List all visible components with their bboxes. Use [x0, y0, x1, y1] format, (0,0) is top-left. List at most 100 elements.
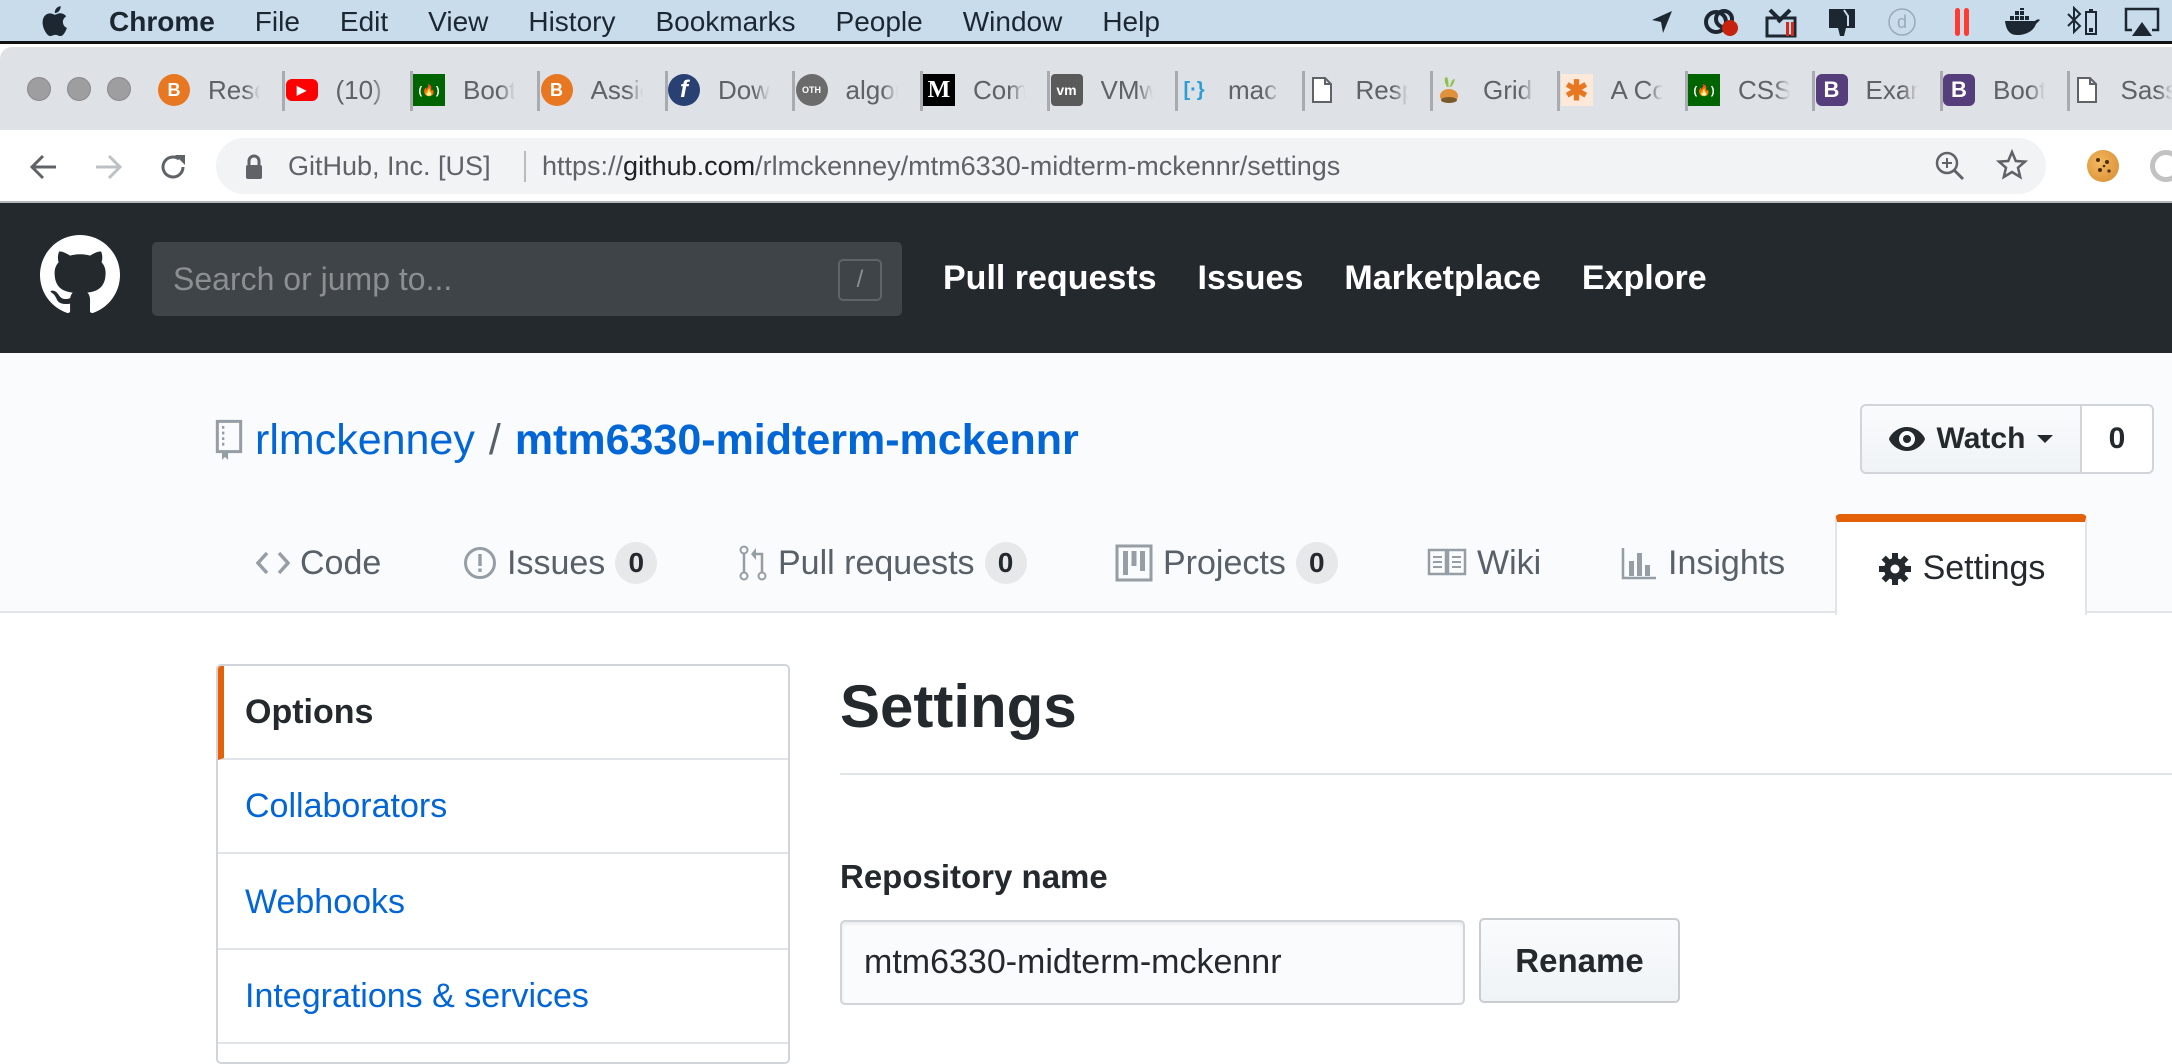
d-circle-icon[interactable]: d	[1882, 5, 1922, 39]
search-shortcut-key: /	[838, 259, 882, 301]
browser-tab[interactable]: BResources	[158, 69, 285, 111]
bookmark-star-icon[interactable]	[1996, 149, 2028, 181]
menu-window[interactable]: Window	[963, 6, 1063, 38]
zoom-window-button[interactable]	[107, 77, 131, 101]
book-icon	[1427, 547, 1467, 579]
browser-tab[interactable]: [·}mac	[1178, 69, 1305, 111]
menu-history[interactable]: History	[528, 6, 615, 38]
nav-issues[interactable]: Issues	[1198, 259, 1304, 298]
github-logo-icon[interactable]	[40, 235, 120, 315]
close-window-button[interactable]	[27, 77, 51, 101]
menu-file[interactable]: File	[255, 6, 300, 38]
lock-icon[interactable]	[244, 154, 264, 180]
menu-app-chrome[interactable]: Chrome	[109, 6, 215, 38]
tab-pull-requests[interactable]: Pull requests 0	[738, 513, 1027, 613]
svg-text:d: d	[1897, 12, 1907, 32]
menu-help[interactable]: Help	[1102, 6, 1160, 38]
browser-tab[interactable]: OTHalgorithm	[796, 69, 923, 111]
gear-icon	[1877, 551, 1913, 587]
zoom-magnifier-icon[interactable]	[1934, 150, 1966, 182]
omnibox-divider	[524, 151, 526, 182]
brackets-icon: [·}	[1178, 74, 1210, 106]
github-global-nav: Pull requests Issues Marketplace Explore	[943, 203, 1748, 353]
menu-people[interactable]: People	[836, 6, 923, 38]
browser-tab[interactable]: BAssignments	[541, 69, 668, 111]
watch-count[interactable]: 0	[2082, 404, 2154, 474]
back-button[interactable]	[25, 148, 63, 186]
docker-icon[interactable]	[2002, 5, 2042, 39]
code-icon	[256, 550, 290, 576]
vmware-icon: vm	[1051, 74, 1083, 106]
apple-icon[interactable]	[40, 4, 68, 38]
airplay-icon[interactable]	[2122, 5, 2162, 39]
watch-button[interactable]: Watch	[1860, 404, 2082, 474]
bluetooth-battery-icon[interactable]	[2062, 5, 2102, 39]
tab-settings-label: Settings	[1923, 549, 2046, 588]
browser-toolbar: GitHub, Inc. [US] https://github.com/rlm…	[0, 130, 2172, 203]
pause-bars-icon[interactable]	[1942, 5, 1982, 39]
repo-title: rlmckenney / mtm6330-midterm-mckennr	[215, 410, 1079, 470]
nav-explore[interactable]: Explore	[1582, 259, 1707, 298]
browser-tab-title: CSS	[1738, 75, 1790, 106]
repo-owner-link[interactable]: rlmckenney	[255, 416, 475, 465]
browser-tab[interactable]: fDownload	[668, 69, 795, 111]
monitor-icon[interactable]	[1822, 5, 1862, 39]
sidebar-item-integrations-services[interactable]: Integrations & services	[218, 950, 790, 1044]
menu-view[interactable]: View	[428, 6, 488, 38]
rename-button[interactable]: Rename	[1479, 918, 1680, 1003]
github-search-input[interactable]: Search or jump to... /	[152, 242, 902, 316]
browser-tab[interactable]: ✱A Complete	[1561, 69, 1688, 111]
tab-code[interactable]: Code	[256, 513, 381, 613]
tab-projects-label: Projects	[1163, 544, 1286, 583]
toolbox-icon[interactable]	[1762, 5, 1802, 39]
arrow-left-icon	[30, 153, 58, 181]
tab-settings[interactable]: Settings	[1835, 514, 2087, 615]
repo-name-link[interactable]: mtm6330-midterm-mckennr	[515, 416, 1079, 465]
browser-tab[interactable]: vm VMware	[1051, 69, 1178, 111]
minimize-window-button[interactable]	[67, 77, 91, 101]
repository-name-input[interactable]	[840, 920, 1465, 1005]
browser-tab[interactable]: Grid	[1433, 69, 1560, 111]
browser-tab[interactable]: BExamples	[1816, 69, 1943, 111]
bootstrap-icon: B	[1943, 74, 1975, 106]
browser-tab[interactable]: BBootstrap	[1943, 69, 2070, 111]
browser-tab[interactable]: MCom	[923, 69, 1050, 111]
issue-icon	[463, 546, 497, 580]
browser-tab[interactable]: (🔥)Bootstrap	[413, 69, 540, 111]
extension-icon[interactable]	[2150, 150, 2172, 182]
browser-tab-title: A Complete	[1611, 75, 1663, 106]
creative-cloud-icon[interactable]	[1702, 5, 1742, 39]
tab-projects[interactable]: Projects 0	[1115, 513, 1338, 613]
nav-pull-requests[interactable]: Pull requests	[943, 259, 1157, 298]
repo-header: rlmckenney / mtm6330-midterm-mckennr Wat…	[0, 353, 2172, 613]
location-arrow-icon[interactable]	[1642, 5, 1682, 39]
repo-path-separator: /	[489, 416, 501, 465]
browser-tab[interactable]: Responsive	[1306, 69, 1433, 111]
cookie-extension-icon[interactable]	[2087, 150, 2119, 182]
browser-tab[interactable]: (🔥)CSS	[1688, 69, 1815, 111]
tab-issues[interactable]: Issues 0	[463, 513, 657, 613]
forward-button[interactable]	[89, 148, 127, 186]
sidebar-item-collaborators[interactable]: Collaborators	[218, 760, 790, 854]
tab-code-label: Code	[300, 544, 381, 583]
url-host: github.com	[623, 151, 755, 181]
browser-tab[interactable]: Sass	[2071, 69, 2172, 111]
browser-tab-title: Responsive	[1356, 75, 1408, 106]
eye-icon	[1887, 425, 1927, 453]
site-identity[interactable]: GitHub, Inc. [US]	[288, 151, 491, 182]
medium-icon: M	[923, 74, 955, 106]
tab-issues-label: Issues	[507, 544, 605, 583]
menu-bookmarks[interactable]: Bookmarks	[655, 6, 795, 38]
sidebar-item-webhooks[interactable]: Webhooks	[218, 856, 790, 950]
tab-insights[interactable]: Insights	[1620, 513, 1785, 613]
menu-edit[interactable]: Edit	[340, 6, 388, 38]
sidebar-item-options[interactable]: Options	[218, 666, 790, 760]
youtube-icon: ▶	[286, 79, 318, 101]
reload-button[interactable]	[154, 148, 192, 186]
nav-marketplace[interactable]: Marketplace	[1344, 259, 1541, 298]
url-text[interactable]: https://github.com/rlmckenney/mtm6330-mi…	[542, 151, 1340, 182]
tab-wiki[interactable]: Wiki	[1427, 513, 1541, 613]
browser-tab-title: VMware	[1101, 75, 1153, 106]
browser-tab[interactable]: ▶(10)	[286, 69, 413, 111]
address-bar[interactable]: GitHub, Inc. [US] https://github.com/rlm…	[216, 138, 2046, 194]
